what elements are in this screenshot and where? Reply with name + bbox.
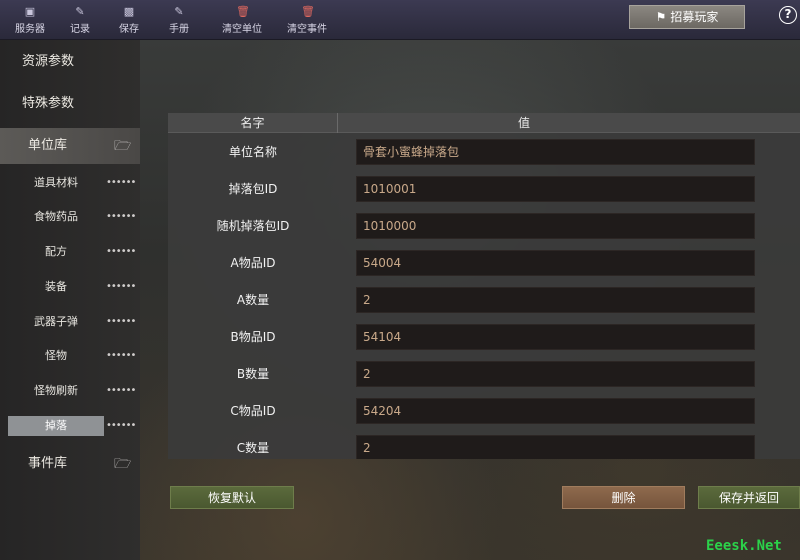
sidebar-item-food[interactable]: 食物药品 •••••• <box>8 207 136 227</box>
value-field[interactable]: 54004 <box>356 250 755 276</box>
row-key: C数量 <box>236 441 270 455</box>
trash-icon: 🗑 <box>236 5 250 18</box>
toolbar-clear-events-label: 清空事件 <box>287 24 327 35</box>
help-button[interactable]: ? <box>779 6 797 24</box>
toolbar-manual-label: 手册 <box>169 24 189 35</box>
row-key: 随机掉落包ID <box>216 219 290 233</box>
sidebar-item-label: 怪物刷新 <box>34 384 78 397</box>
recruit-player-button[interactable]: ⚑ 招募玩家 <box>629 5 745 29</box>
sidebar-item-drop[interactable]: 掉落 •••••• <box>8 416 136 436</box>
row-key: 掉落包ID <box>228 182 278 196</box>
recruit-icon: ⚑ <box>655 10 667 24</box>
manual-icon: ✎ <box>174 5 184 18</box>
toolbar-save-label: 保存 <box>119 24 139 35</box>
table-row: 单位名称 骨套小蜜蜂掉落包 <box>168 139 800 165</box>
toolbar-record-label: 记录 <box>70 24 90 35</box>
sidebar-item-weapons[interactable]: 武器子弹 •••••• <box>8 312 136 332</box>
item-dots: •••••• <box>106 420 136 431</box>
property-table: 名字 值 单位名称 骨套小蜜蜂掉落包 掉落包ID 1010001 随机掉落包ID… <box>168 113 800 459</box>
sidebar-item-equipment[interactable]: 装备 •••••• <box>8 277 136 297</box>
column-header-value: 值 <box>517 116 530 130</box>
server-icon: ▣ <box>24 5 36 18</box>
table-row: B数量 2 <box>168 361 800 387</box>
table-row: 随机掉落包ID 1010000 <box>168 213 800 239</box>
sidebar-item-materials[interactable]: 道具材料 •••••• <box>8 173 136 193</box>
save-icon: ▩ <box>123 5 135 18</box>
recruit-label: 招募玩家 <box>670 10 719 24</box>
sidebar-item-monster[interactable]: 怪物 •••••• <box>8 346 136 366</box>
sidebar-item-label: 武器子弹 <box>34 315 78 328</box>
sidebar-unit-library[interactable]: 单位库 🗁 <box>0 128 140 164</box>
value-field[interactable]: 54204 <box>356 398 755 424</box>
value-field[interactable]: 骨套小蜜蜂掉落包 <box>356 139 755 165</box>
restore-defaults-button[interactable]: 恢复默认 <box>170 486 294 509</box>
table-row: 掉落包ID 1010001 <box>168 176 800 202</box>
row-key: B物品ID <box>230 330 276 344</box>
sidebar-special-params[interactable]: 特殊参数 <box>0 86 140 122</box>
row-key: A数量 <box>236 293 270 307</box>
toolbar-clear-events-button[interactable]: 🗑 清空事件 <box>277 4 337 38</box>
delete-button[interactable]: 删除 <box>562 486 685 509</box>
toolbar-clear-units-label: 清空单位 <box>222 24 262 35</box>
row-key: C物品ID <box>230 404 276 418</box>
item-dots: •••••• <box>106 350 136 361</box>
item-dots: •••••• <box>106 281 136 292</box>
item-dots: •••••• <box>106 246 136 257</box>
sidebar-item-label: 怪物 <box>45 349 67 362</box>
value-field[interactable]: 1010001 <box>356 176 755 202</box>
record-icon: ✎ <box>75 5 85 18</box>
table-header: 名字 值 <box>168 113 800 133</box>
table-row: A物品ID 54004 <box>168 250 800 276</box>
value-field[interactable]: 2 <box>356 361 755 387</box>
sidebar-item-label: 装备 <box>45 280 67 293</box>
value-field[interactable]: 1010000 <box>356 213 755 239</box>
watermark-text: Eeesk.Net <box>706 538 782 554</box>
item-dots: •••••• <box>106 316 136 327</box>
trash-icon: 🗑 <box>301 5 315 18</box>
item-dots: •••••• <box>106 177 136 188</box>
top-toolbar: ▣ 服务器 ✎ 记录 ▩ 保存 ✎ 手册 🗑 清空单位 🗑 清空事件 ⚑ 招募玩家… <box>0 0 800 40</box>
save-and-return-button[interactable]: 保存并返回 <box>698 486 800 509</box>
item-dots: •••••• <box>106 385 136 396</box>
sidebar-event-library[interactable]: 事件库 🗁 <box>0 446 140 482</box>
table-row: C物品ID 54204 <box>168 398 800 424</box>
sidebar-item-label: 配方 <box>45 245 67 258</box>
table-row: C数量 2 <box>168 435 800 459</box>
column-header-name: 名字 <box>168 113 338 133</box>
value-field[interactable]: 2 <box>356 287 755 313</box>
sidebar-item-label: 道具材料 <box>34 176 78 189</box>
toolbar-clear-units-button[interactable]: 🗑 清空单位 <box>212 4 272 38</box>
sidebar-resource-params[interactable]: 资源参数 <box>0 44 140 80</box>
row-key: A物品ID <box>230 256 276 270</box>
value-field[interactable]: 54104 <box>356 324 755 350</box>
add-folder-icon[interactable]: 🗁 <box>114 138 132 154</box>
event-library-label: 事件库 <box>28 456 68 471</box>
sidebar-item-label: 掉落 <box>8 416 104 436</box>
row-key: B数量 <box>236 367 270 381</box>
sidebar-item-label: 食物药品 <box>34 210 78 223</box>
sidebar-item-recipe[interactable]: 配方 •••••• <box>8 242 136 262</box>
table-row: A数量 2 <box>168 287 800 313</box>
sidebar-item-monster-spawn[interactable]: 怪物刷新 •••••• <box>8 381 136 401</box>
toolbar-server-label: 服务器 <box>15 24 45 35</box>
row-key: 单位名称 <box>228 145 277 159</box>
table-row: B物品ID 54104 <box>168 324 800 350</box>
unit-library-label: 单位库 <box>28 138 68 153</box>
value-field[interactable]: 2 <box>356 435 755 459</box>
sidebar: 资源参数 特殊参数 单位库 🗁 道具材料 •••••• 食物药品 •••••• … <box>0 40 140 560</box>
add-folder-icon[interactable]: 🗁 <box>114 456 132 472</box>
item-dots: •••••• <box>106 211 136 222</box>
toolbar-manual-button[interactable]: ✎ 手册 <box>149 4 209 38</box>
